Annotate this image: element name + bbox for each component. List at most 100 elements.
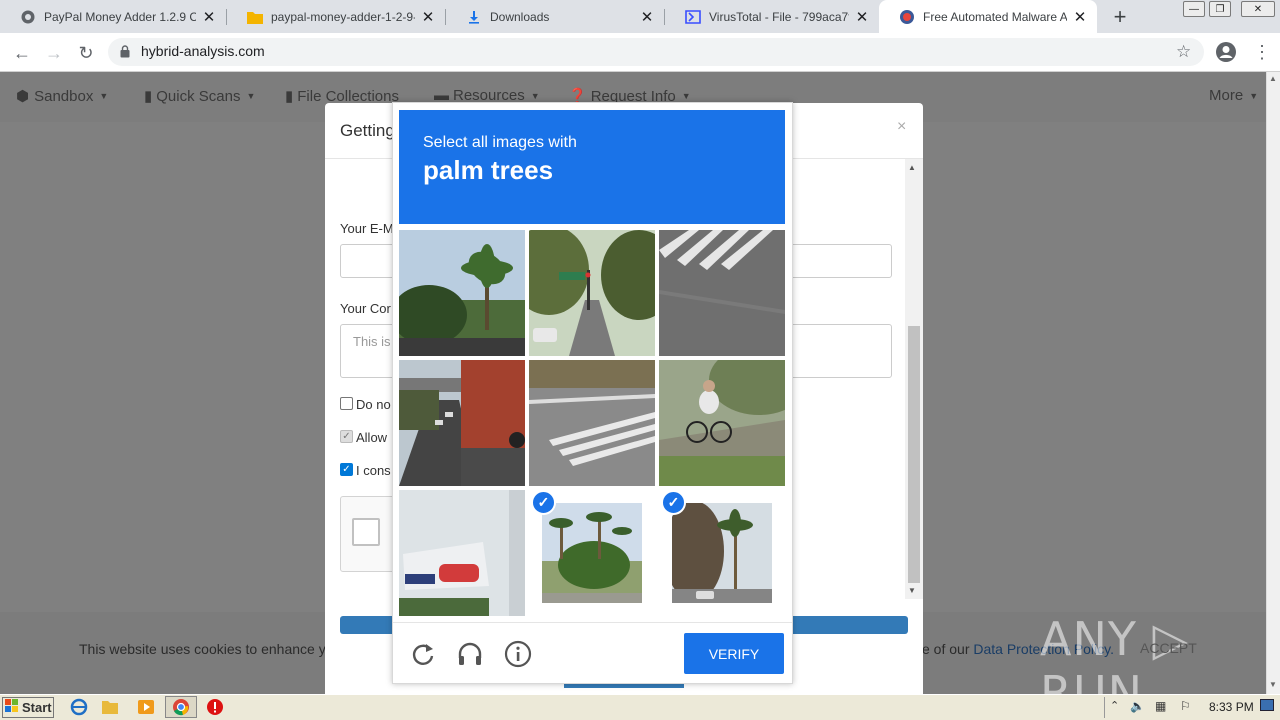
image-tile[interactable] [659,230,785,356]
nav-label: Quick Scans [156,87,241,105]
info-icon[interactable] [504,640,532,668]
checkbox-label: Do no [356,397,391,412]
bookmark-star-icon[interactable]: ☆ [1176,42,1191,62]
page-scrollbar[interactable] [1266,72,1280,694]
do-not-checkbox[interactable] [340,397,353,410]
tab-title: paypal-money-adder-1-2-9-crac [271,9,415,24]
tab-downloads[interactable]: Downloads ✕ [446,0,664,33]
cookie-link-prefix: e of our [922,641,974,657]
tab-hybrid-analysis[interactable]: Free Automated Malware Analy ✕ [879,0,1097,33]
comment-label: Your Cor [340,301,391,316]
checkbox-label: I cons [356,463,391,478]
action-center-flag-icon[interactable]: ⚐ [1180,699,1191,713]
image-tile[interactable] [659,360,785,486]
browser-menu-icon[interactable]: ⋮ [1253,42,1271,63]
close-window-icon[interactable]: ✕ [1241,1,1275,17]
caret-down-icon: ▼ [246,91,256,101]
scroll-up-icon[interactable]: ▲ [1266,74,1280,83]
image-tile[interactable] [399,360,525,486]
nav-sandbox[interactable]: ⬢ Sandbox ▼ [16,87,109,106]
tray-expand-icon[interactable]: ⌃ [1110,699,1119,712]
files-icon: ▮ [285,88,294,105]
internet-explorer-icon[interactable] [70,698,88,716]
prompt-instruction: Select all images with [423,134,577,151]
image-tile[interactable] [399,230,525,356]
back-icon[interactable]: ← [11,42,33,64]
nav-quick-scans[interactable]: ▮ Quick Scans ▼ [144,87,256,106]
close-tab-icon[interactable]: ✕ [1073,8,1087,26]
security-alert-icon[interactable] [206,698,224,716]
close-tab-icon[interactable]: ✕ [202,8,216,26]
github-icon [20,9,36,25]
download-icon [466,9,482,25]
challenge-footer-divider [393,622,792,623]
caret-down-icon: ▼ [681,91,691,101]
verify-button[interactable]: VERIFY [684,633,784,674]
tab-title: Free Automated Malware Analy [923,9,1067,24]
tab-title: VirusTotal - File - 799aca7f25d7 [709,9,849,24]
tab-title: Downloads [490,9,550,24]
minimize-icon[interactable]: — [1183,1,1205,17]
file-icon: ▮ [144,88,153,105]
modal-close-icon[interactable]: × [897,118,906,136]
image-tile[interactable] [529,360,655,486]
tab-paypal-money-adder[interactable]: PayPal Money Adder 1.2.9 Crac ✕ [0,0,226,33]
image-tile[interactable] [542,503,642,603]
url-text[interactable]: hybrid-analysis.com [141,43,265,59]
nav-more[interactable]: More ▼ [1209,87,1258,104]
image-tile[interactable] [529,230,655,356]
accept-cookies-button[interactable]: ACCEPT [1140,640,1197,656]
virustotal-icon [685,9,701,25]
cookie-text: This website uses cookies to enhance yo [79,641,334,657]
allow-checkbox: ✓ [340,430,353,443]
close-tab-icon[interactable]: ✕ [421,8,435,26]
address-bar[interactable] [108,38,1204,66]
lock-icon[interactable] [120,45,130,61]
volume-icon[interactable]: 🔈 [1130,699,1145,713]
captcha-checkbox[interactable] [352,518,380,546]
consent-checkbox[interactable]: ✓ [340,463,353,476]
show-desktop-icon[interactable] [1260,699,1274,711]
scroll-down-icon[interactable]: ▼ [908,586,916,595]
restore-icon[interactable]: ❐ [1209,1,1231,17]
selected-check-icon: ✓ [531,490,556,515]
refresh-icon[interactable] [409,640,437,668]
nav-label: More [1209,87,1244,104]
file-explorer-icon[interactable] [101,698,119,716]
close-tab-icon[interactable]: ✕ [640,8,654,26]
cube-icon: ⬢ [16,88,30,105]
network-icon[interactable]: ▦ [1155,699,1166,713]
profile-icon[interactable] [1215,41,1237,66]
windows-logo-icon [5,699,19,716]
start-label: Start [22,700,52,715]
hybrid-analysis-icon [899,9,915,25]
media-player-icon[interactable] [137,698,155,716]
tab-title: PayPal Money Adder 1.2.9 Crac [44,9,196,24]
modal-title: Getting [340,121,395,140]
caret-down-icon: ▼ [530,90,540,101]
image-tile[interactable] [672,503,772,603]
reload-icon[interactable]: ↻ [75,42,97,64]
prompt-subject: palm trees [423,155,554,185]
chrome-icon [172,698,190,716]
nav-label: File Collections [297,87,399,105]
selected-check-icon: ✓ [661,490,686,515]
caret-down-icon: ▼ [99,91,109,101]
new-tab-button[interactable]: + [1108,4,1132,30]
forward-icon[interactable]: → [43,42,65,64]
nav-label: Sandbox [34,87,94,105]
email-label: Your E-M [340,221,394,236]
audio-challenge-icon[interactable] [456,640,484,668]
image-tile[interactable] [399,490,525,616]
folder-icon [247,9,263,25]
scroll-up-icon[interactable]: ▲ [908,163,916,172]
clock[interactable]: 8:33 PM [1209,700,1254,714]
start-button[interactable]: Start [2,697,54,718]
checkbox-label: Allow [356,430,388,445]
tab-virustotal[interactable]: VirusTotal - File - 799aca7f25d7 ✕ [665,0,879,33]
close-tab-icon[interactable]: ✕ [855,8,869,26]
comment-placeholder: This is [353,334,391,349]
modal-scrollbar-thumb[interactable] [908,326,920,583]
tab-paypal-folder[interactable]: paypal-money-adder-1-2-9-crac ✕ [227,0,445,33]
caret-down-icon: ▼ [1249,90,1259,101]
